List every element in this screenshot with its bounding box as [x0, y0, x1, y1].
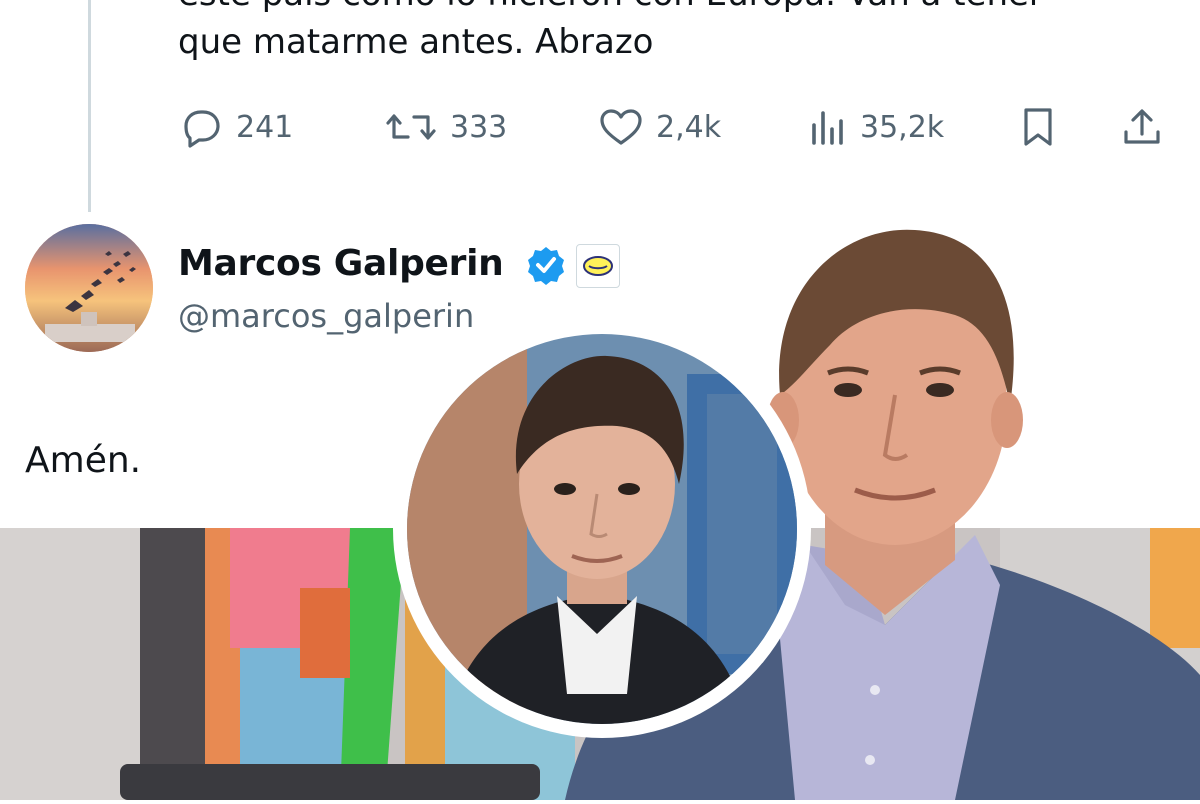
reply-text: Amén. [25, 440, 142, 481]
reply-button[interactable]: 241 [178, 104, 293, 150]
heart-icon [598, 107, 644, 147]
like-count: 2,4k [656, 109, 722, 145]
reply-count: 241 [236, 109, 294, 145]
bookmark-icon [1018, 106, 1058, 148]
tweet-text: este país como lo hicieron con Europa. V… [178, 0, 1178, 66]
views-button[interactable]: 35,2k [808, 104, 944, 150]
views-count: 35,2k [860, 109, 945, 145]
share-button[interactable] [1120, 104, 1164, 150]
retweet-count: 333 [450, 109, 508, 145]
share-icon [1120, 106, 1164, 148]
retweet-button[interactable]: 333 [384, 104, 507, 150]
bookmark-button[interactable] [1018, 104, 1058, 150]
thread-connector-line [88, 0, 91, 212]
author-handle[interactable]: @marcos_galperin [178, 297, 474, 335]
tweet-action-bar: 241 333 2,4k 35,2k [178, 104, 1168, 150]
tweet-text-line: que matarme antes. Abrazo [178, 22, 654, 62]
author-name[interactable]: Marcos Galperin [178, 243, 504, 284]
inset-portrait-photo [407, 334, 797, 724]
tweet-text-line: este país como lo hicieron con Europa. V… [178, 0, 1178, 18]
author-avatar[interactable] [25, 224, 153, 352]
inset-portrait-frame [393, 320, 811, 738]
reply-icon [178, 106, 224, 148]
like-button[interactable]: 2,4k [598, 104, 721, 150]
views-icon [808, 107, 848, 147]
retweet-icon [384, 107, 438, 147]
